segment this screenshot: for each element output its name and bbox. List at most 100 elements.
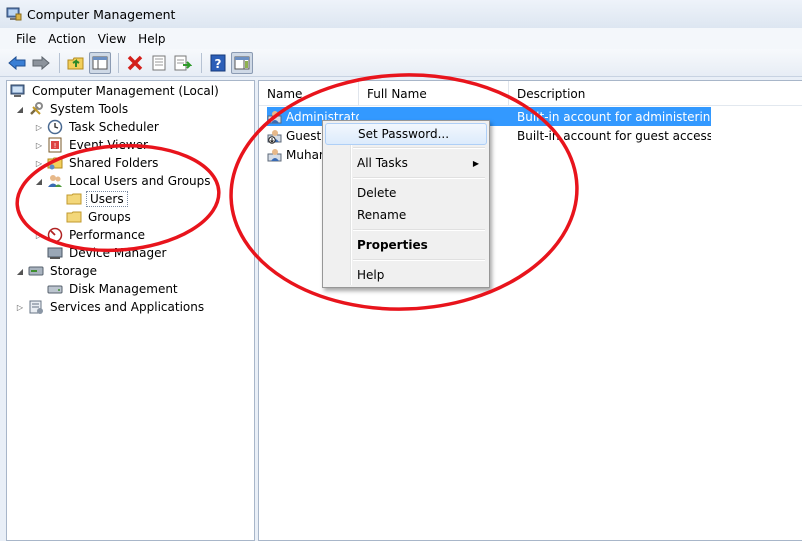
event-log-icon: ! [48, 137, 62, 153]
show-action-pane-button[interactable] [231, 51, 253, 74]
user-name: Muhammad [286, 147, 323, 162]
up-folder-icon [67, 57, 84, 69]
collapsed-arrow-icon[interactable]: ▷ [15, 303, 25, 312]
tree-label: Computer Management (Local) [32, 84, 219, 98]
tree-label: Local Users and Groups [69, 174, 211, 188]
tree-item-users[interactable]: Users [66, 190, 128, 208]
title-bar: Computer Management [0, 0, 802, 28]
tree-item-system-tools[interactable]: ◢ System Tools [15, 100, 130, 118]
forward-button[interactable] [30, 52, 52, 74]
tree-item-shared-folders[interactable]: ▷ Shared Folders [34, 154, 160, 172]
collapsed-arrow-icon[interactable]: ▷ [34, 159, 44, 168]
expanded-arrow-icon[interactable]: ◢ [34, 177, 44, 186]
context-menu: Set Password... All Tasks ▶ Delete Renam… [322, 120, 490, 288]
computer-management-icon [6, 7, 22, 21]
help-icon: ? [210, 54, 226, 71]
expanded-arrow-icon[interactable]: ◢ [15, 267, 25, 276]
tree-item-services-apps[interactable]: ▷ Services and Applications [15, 298, 206, 316]
collapsed-arrow-icon[interactable]: ▷ [34, 231, 44, 240]
menu-bar: File Action View Help [0, 28, 802, 49]
toolbar-separator [118, 52, 119, 73]
device-manager-icon [47, 247, 63, 259]
svg-text:?: ? [215, 57, 222, 71]
tree-label: Event Viewer [69, 138, 148, 152]
help-button[interactable]: ? [207, 52, 229, 74]
forward-icon [32, 55, 50, 70]
svg-text:!: ! [54, 142, 57, 150]
tree-label: Performance [69, 228, 146, 242]
tree-item-disk-management[interactable]: Disk Management [47, 280, 180, 298]
expanded-arrow-icon[interactable]: ◢ [15, 105, 25, 114]
delete-icon [127, 55, 143, 70]
menu-help[interactable]: Help [132, 30, 171, 48]
menu-item-set-password[interactable]: Set Password... [325, 123, 487, 145]
show-action-pane-icon [234, 56, 250, 69]
collapsed-arrow-icon[interactable]: ▷ [34, 123, 44, 132]
tree-label: Task Scheduler [69, 120, 159, 134]
services-icon [29, 300, 43, 314]
delete-button[interactable] [124, 52, 146, 74]
export-list-button[interactable] [172, 52, 194, 74]
back-icon [8, 55, 26, 70]
computer-icon [10, 84, 25, 97]
tree-item-device-manager[interactable]: Device Manager [47, 244, 168, 262]
tree-label: Disk Management [69, 282, 178, 296]
folder-icon [66, 211, 82, 223]
menu-file[interactable]: File [10, 30, 42, 48]
tree-label: Services and Applications [50, 300, 205, 314]
user-description: Built-in account for administering... [517, 109, 711, 124]
export-list-icon [174, 55, 192, 70]
tree-item-task-scheduler[interactable]: ▷ Task Scheduler [34, 118, 161, 136]
user-name: Guest [286, 128, 322, 143]
tools-icon [30, 102, 43, 115]
toolbar-separator [201, 52, 202, 73]
tree-item-performance[interactable]: ▷ Performance [34, 226, 147, 244]
column-header-description[interactable]: Description [509, 81, 709, 106]
properties-icon [152, 55, 166, 70]
tree-label: Storage [50, 264, 97, 278]
user-icon [267, 148, 282, 161]
tree-label: System Tools [50, 102, 129, 116]
tree-item-groups[interactable]: Groups [66, 208, 133, 226]
disabled-user-icon [267, 129, 282, 144]
tree-item-event-viewer[interactable]: ▷ ! Event Viewer [34, 136, 150, 154]
console-tree[interactable]: Computer Management (Local) ◢ System Too… [6, 80, 255, 541]
tree-item-local-users-groups[interactable]: ◢ Local Users and Groups [34, 172, 213, 190]
up-folder-button[interactable] [65, 52, 87, 74]
tree-label: Users [86, 191, 128, 207]
folder-icon [66, 193, 82, 205]
storage-icon [28, 266, 44, 276]
menu-item-help[interactable]: Help [325, 264, 487, 286]
tree-item-root[interactable]: Computer Management (Local) [10, 82, 221, 100]
menu-item-rename[interactable]: Rename [325, 204, 487, 226]
users-group-icon [48, 175, 62, 187]
menu-separator [353, 147, 485, 149]
disk-icon [47, 285, 63, 294]
column-header-full-name[interactable]: Full Name [359, 81, 509, 106]
menu-item-properties[interactable]: Properties [325, 234, 487, 256]
menu-item-delete[interactable]: Delete [325, 182, 487, 204]
show-hide-tree-icon [92, 56, 108, 69]
menu-item-label: All Tasks [357, 156, 408, 170]
window-title: Computer Management [27, 6, 176, 22]
properties-button[interactable] [148, 52, 170, 74]
shared-folder-icon [47, 157, 63, 170]
menu-action[interactable]: Action [42, 30, 92, 48]
tree-label: Shared Folders [69, 156, 159, 170]
tree-item-storage[interactable]: ◢ Storage [15, 262, 99, 280]
menu-view[interactable]: View [92, 30, 132, 48]
tree-label: Device Manager [69, 246, 167, 260]
performance-icon [47, 227, 63, 243]
show-hide-tree-button[interactable] [89, 51, 111, 74]
toolbar-separator [59, 52, 60, 73]
collapsed-arrow-icon[interactable]: ▷ [34, 141, 44, 150]
menu-item-all-tasks[interactable]: All Tasks ▶ [325, 152, 487, 174]
column-header-name[interactable]: Name [259, 81, 359, 106]
submenu-arrow-icon: ▶ [472, 158, 479, 168]
list-header: Name Full Name Description [259, 81, 802, 106]
back-button[interactable] [6, 52, 28, 74]
menu-separator [353, 177, 485, 179]
user-icon [267, 110, 282, 123]
user-name-cell: Muhammad [267, 145, 323, 164]
toolbar: ? [0, 49, 802, 77]
